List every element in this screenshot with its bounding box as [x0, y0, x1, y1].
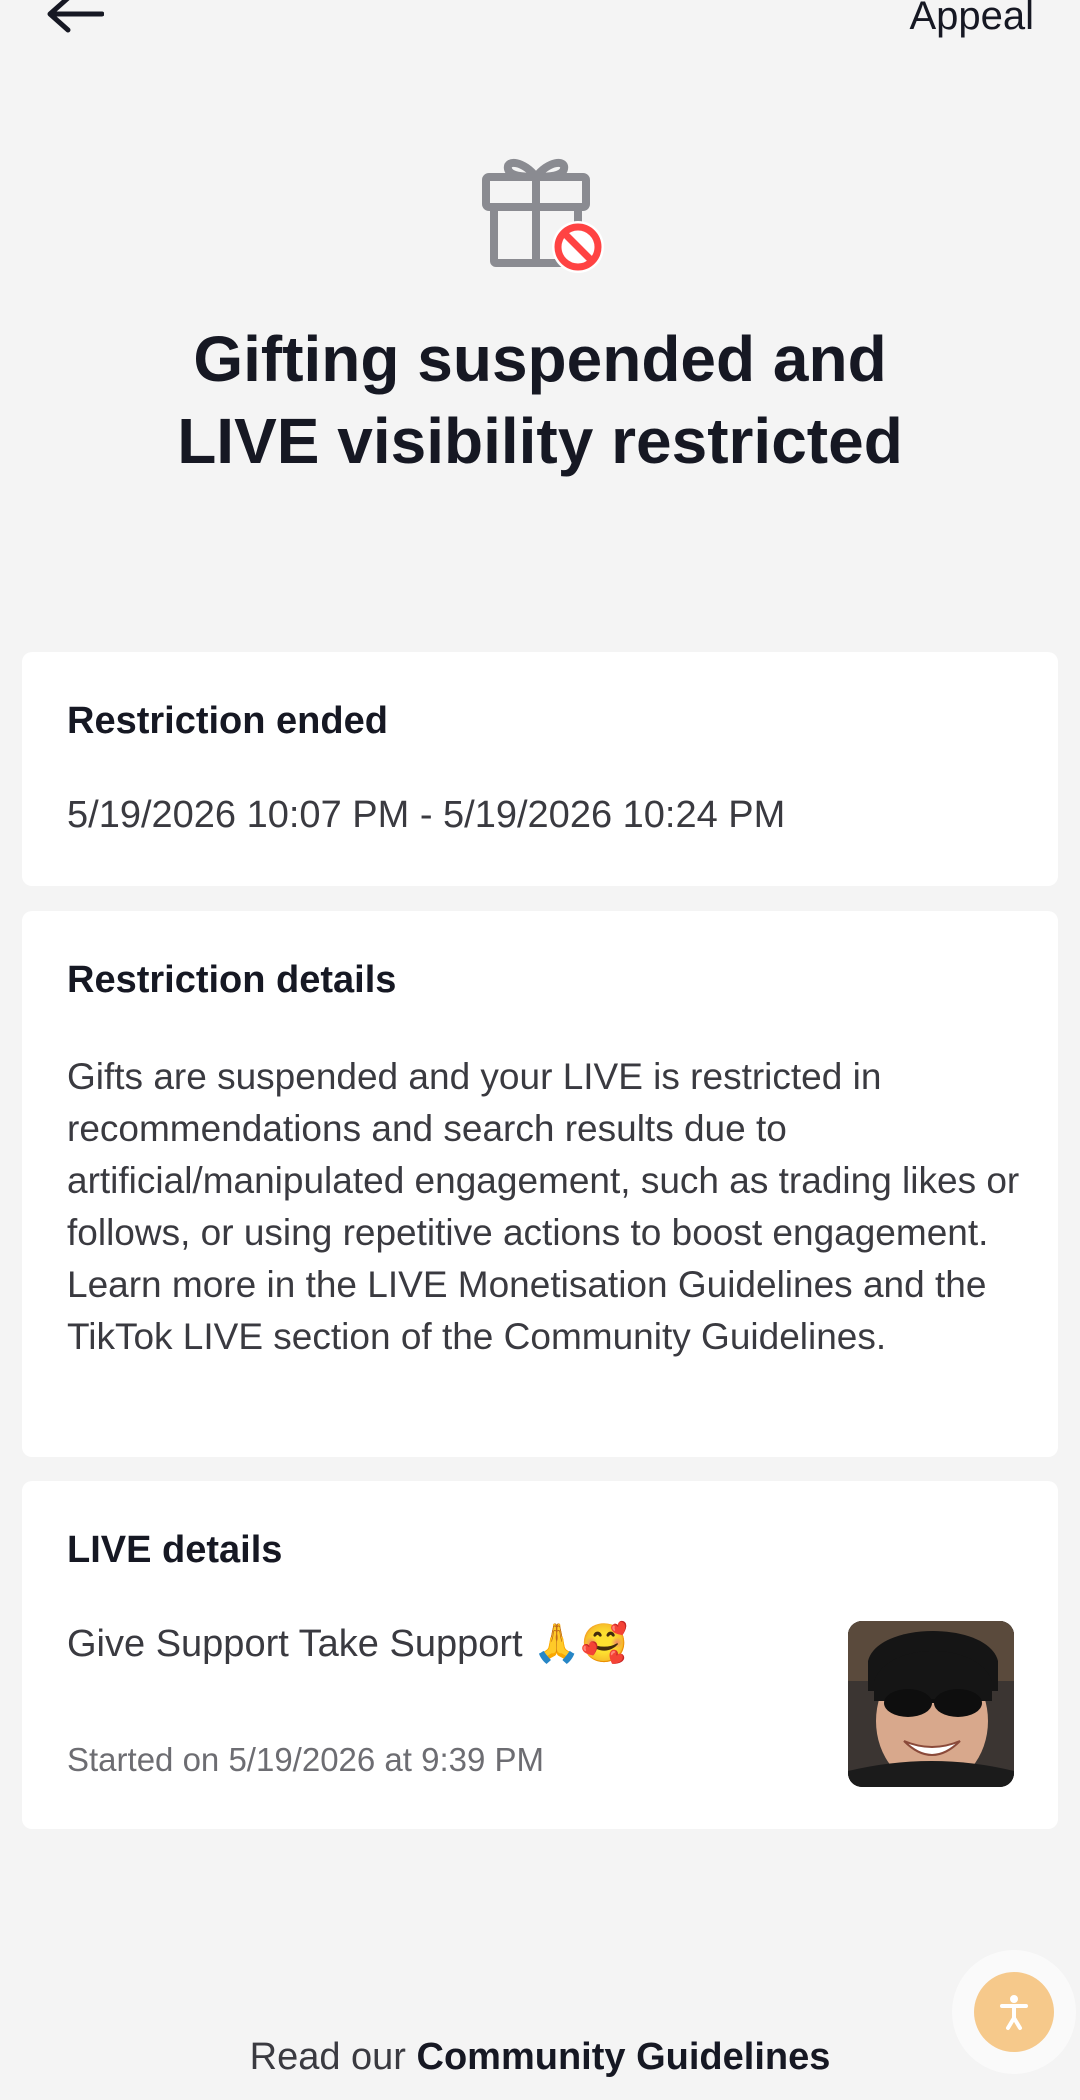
live-start-time: Started on 5/19/2026 at 9:39 PM: [67, 1741, 545, 1778]
footer-prefix: Read our: [249, 2036, 417, 2078]
page: Appeal Gifting suspended and LIVE visibi…: [0, 0, 1080, 2100]
accessibility-person-icon: [1000, 1995, 1028, 2030]
title-line-2: LIVE visibility restricted: [177, 405, 903, 477]
back-button[interactable]: [44, 0, 114, 40]
live-thumbnail[interactable]: [848, 1621, 1014, 1787]
community-guidelines-link[interactable]: Community Guidelines: [417, 2036, 831, 2078]
restriction-ended-title: Restriction ended: [67, 700, 388, 742]
live-name: Give Support Take Support 🙏🥰: [67, 1623, 628, 1665]
page-title: Gifting suspended and LIVE visibility re…: [100, 318, 980, 482]
arrow-left-icon: [47, 0, 104, 33]
restriction-details-body: Gifts are suspended and your LIVE is res…: [67, 1056, 1020, 1357]
gift-blocked-icon: [480, 155, 608, 277]
restriction-details-title: Restriction details: [67, 959, 397, 1001]
footer-guidelines: Read our Community Guidelines: [0, 2036, 1080, 2079]
restriction-period: 5/19/2026 10:07 PM - 5/19/2026 10:24 PM: [67, 794, 786, 836]
live-details-title: LIVE details: [67, 1529, 283, 1571]
appeal-button[interactable]: Appeal: [909, 0, 1034, 39]
restriction-ended-card: Restriction ended 5/19/2026 10:07 PM - 5…: [22, 652, 1058, 886]
restriction-details-card: Restriction details Gifts are suspended …: [22, 911, 1058, 1457]
live-details-card[interactable]: LIVE details Give Support Take Support 🙏…: [22, 1481, 1058, 1829]
title-line-1: Gifting suspended and: [193, 323, 887, 395]
